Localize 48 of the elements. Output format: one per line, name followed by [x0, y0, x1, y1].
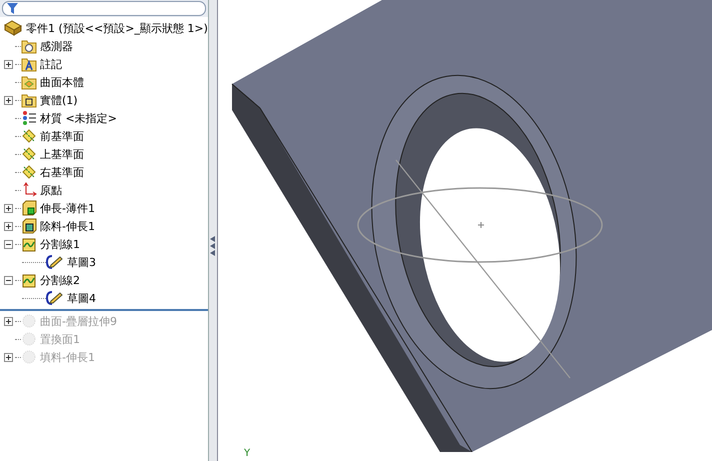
- tree-item[interactable]: 實體(1): [4, 91, 208, 109]
- expander-icon[interactable]: [4, 240, 13, 248]
- tree-item[interactable]: 前基準面: [4, 127, 208, 145]
- axis-label: Y: [244, 448, 250, 459]
- tree-item[interactable]: 註記: [4, 55, 208, 73]
- tree-item-label: 分割線2: [40, 272, 80, 288]
- filter-icon[interactable]: [7, 3, 18, 14]
- tree-item[interactable]: 原點: [4, 181, 208, 199]
- tree-item[interactable]: 感測器: [4, 37, 208, 55]
- tree-item[interactable]: 草圖3: [4, 253, 208, 271]
- tree-item-label: 材質 <未指定>: [40, 110, 117, 126]
- tree-item-label: 前基準面: [40, 128, 84, 144]
- tree-item[interactable]: 上基準面: [4, 145, 208, 163]
- collapse-arrows-icon[interactable]: [210, 236, 216, 256]
- tree-item-label: 上基準面: [40, 146, 84, 162]
- expander-icon[interactable]: [4, 204, 13, 212]
- tree-item[interactable]: 零件1 (預設<<預設>_顯示狀態 1>): [4, 19, 208, 37]
- tree-item-label: 零件1 (預設<<預設>_顯示狀態 1>): [26, 20, 208, 36]
- expander-icon[interactable]: [4, 352, 13, 362]
- filter-field[interactable]: [2, 1, 206, 16]
- tree-item-label: 分割線1: [40, 236, 80, 252]
- tree-item-label: 註記: [40, 56, 62, 72]
- tree-item-label: 置換面1: [40, 332, 80, 346]
- expander-icon[interactable]: [4, 96, 13, 104]
- tree-item[interactable]: 草圖4: [4, 289, 208, 307]
- tree-item-label: 曲面本體: [40, 74, 84, 90]
- tree-item-label: 原點: [40, 182, 62, 198]
- tree-item[interactable]: 除料-伸長1: [4, 217, 208, 235]
- tree-item[interactable]: 材質 <未指定>: [4, 109, 208, 127]
- expander-icon[interactable]: [4, 222, 13, 230]
- part-icon: [4, 20, 22, 36]
- tree-item-label: 曲面-疊層拉伸9: [40, 314, 117, 328]
- tree-item-label: 除料-伸長1: [40, 218, 95, 234]
- expander-icon[interactable]: [4, 60, 13, 68]
- tree-item-label: 草圖4: [67, 290, 96, 306]
- tree-item-label: 填料-伸長1: [40, 350, 95, 364]
- tree-item[interactable]: 分割線2: [4, 271, 208, 289]
- tree-item[interactable]: 右基準面: [4, 163, 208, 181]
- tree-item-label: 感測器: [40, 38, 73, 54]
- tree-item-label: 伸長-薄件1: [40, 200, 95, 216]
- tree-item-label: 右基準面: [40, 164, 84, 180]
- tree-item-label: 實體(1): [40, 92, 78, 108]
- expander-icon[interactable]: [4, 276, 13, 284]
- tree-item[interactable]: 曲面本體: [4, 73, 208, 91]
- expander-icon[interactable]: [4, 316, 13, 326]
- tree-item[interactable]: 分割線1: [4, 235, 208, 253]
- tree-item-label: 草圖3: [67, 254, 96, 270]
- tree-item[interactable]: 伸長-薄件1: [4, 199, 208, 217]
